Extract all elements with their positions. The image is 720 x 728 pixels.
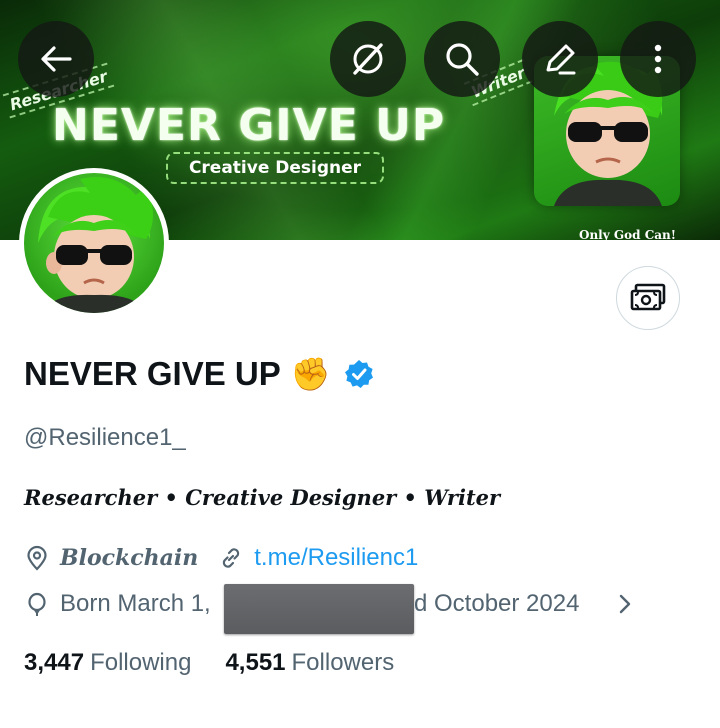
joined-date-text: d October 2024 bbox=[414, 590, 580, 617]
followers-label: Followers bbox=[291, 649, 395, 676]
raised-fist-emoji: ✊ bbox=[290, 355, 331, 393]
follow-stats: 3,447 Following 4,551 Followers bbox=[24, 649, 428, 677]
profile-location: Blockchain bbox=[60, 545, 199, 571]
back-button[interactable] bbox=[18, 21, 94, 97]
grok-icon bbox=[353, 43, 383, 75]
grok-button[interactable] bbox=[330, 21, 406, 97]
money-icon bbox=[630, 283, 666, 311]
more-options-button[interactable] bbox=[620, 21, 696, 97]
link-icon bbox=[223, 548, 240, 568]
arrow-left-icon bbox=[41, 46, 72, 72]
profile-meta-location-link: Blockchain t.me/Resilienc1 bbox=[24, 544, 418, 572]
chevron-right-icon[interactable] bbox=[612, 592, 636, 616]
display-name: NEVER GIVE UP bbox=[24, 355, 281, 392]
balloon-icon bbox=[28, 592, 46, 616]
avatar[interactable] bbox=[19, 168, 169, 318]
profile-website-link[interactable]: t.me/Resilienc1 bbox=[254, 544, 418, 572]
followers-count: 4,551 bbox=[225, 649, 286, 676]
following-count: 3,447 bbox=[24, 649, 85, 676]
search-icon bbox=[446, 43, 479, 76]
tips-button[interactable] bbox=[616, 266, 680, 330]
banner-title: NEVER GIVE UP bbox=[52, 100, 446, 151]
more-vertical-icon bbox=[654, 44, 662, 74]
birthday-text: Born March 1, bbox=[60, 590, 211, 617]
display-name-row: NEVER GIVE UP ✊ bbox=[24, 352, 375, 396]
profile-bio: Researcher • Creative Designer • Writer bbox=[24, 485, 501, 510]
profile-meta-birthday: Born March 1, bbox=[24, 590, 211, 618]
pencil-icon bbox=[546, 44, 576, 75]
redaction-block bbox=[224, 584, 414, 634]
search-button[interactable] bbox=[424, 21, 500, 97]
avatar-illustration bbox=[38, 177, 153, 313]
banner-caption: Only God Can! bbox=[579, 228, 677, 240]
user-handle: @Resilience1_ bbox=[24, 424, 186, 451]
verified-badge-icon[interactable] bbox=[343, 358, 375, 390]
location-pin-icon bbox=[27, 545, 47, 571]
following-label: Following bbox=[90, 649, 192, 676]
banner-tagline: Creative Designer bbox=[166, 152, 384, 184]
followers-stat[interactable]: 4,551 Followers bbox=[225, 649, 394, 677]
edit-profile-button[interactable] bbox=[522, 21, 598, 97]
avatar-image bbox=[24, 173, 164, 313]
following-stat[interactable]: 3,447 Following bbox=[24, 649, 191, 677]
